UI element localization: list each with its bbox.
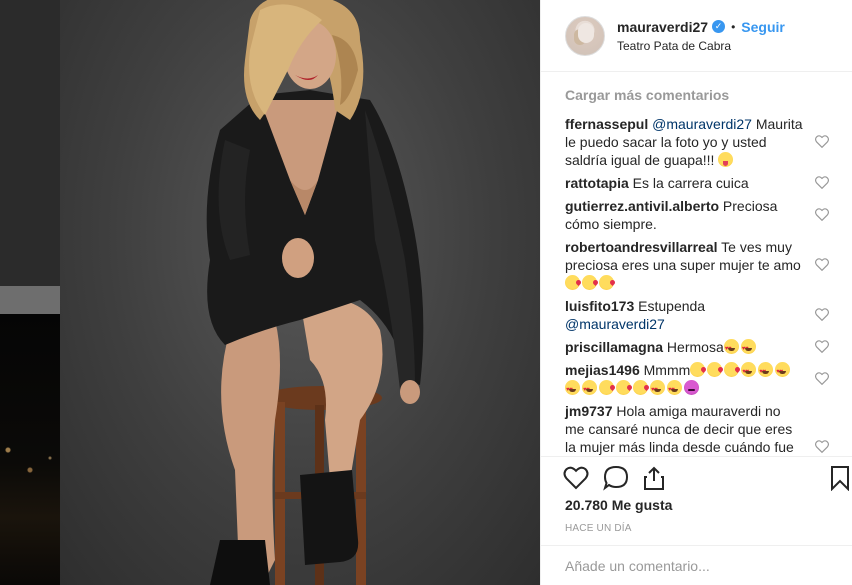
likes-count[interactable]: 20.780 Me gusta <box>565 497 672 513</box>
comment-like-heart-icon[interactable] <box>815 308 829 321</box>
comment-item: priscillamagna Hermosa <box>565 338 829 358</box>
heart-eyes-emoji-icon <box>741 362 757 381</box>
comment-username[interactable]: rattotapia <box>565 175 629 191</box>
post-header: mauraverdi27 ✓ • Seguir Teatro Pata de C… <box>541 0 852 72</box>
kiss-emoji-icon <box>599 275 614 290</box>
devil-emoji-icon <box>684 380 699 395</box>
comment-item: mejias1496 Mmmm <box>565 361 829 399</box>
comment-item: ffernassepul @mauraverdi27 Maurita le pu… <box>565 115 829 169</box>
backdrop-city-lights <box>0 430 60 490</box>
kiss-emoji-icon <box>616 380 631 395</box>
comment-username[interactable]: luisfito173 <box>565 298 634 314</box>
profile-username[interactable]: mauraverdi27 <box>617 19 708 35</box>
comment-username[interactable]: mejias1496 <box>565 362 640 378</box>
heart-eyes-emoji-icon <box>758 362 774 381</box>
post-actions-bar <box>541 456 852 496</box>
heart-eyes-emoji-icon <box>582 380 597 399</box>
comment-username[interactable]: robertoandresvillarreal <box>565 239 718 255</box>
post-photo[interactable] <box>60 0 540 585</box>
speech-bubble-icon[interactable] <box>603 465 629 491</box>
comment-like-heart-icon[interactable] <box>815 340 829 353</box>
comment-item: luisfito173 Estupenda @mauraverdi27 <box>565 297 829 333</box>
tongue-emoji-icon <box>718 152 734 167</box>
heart-eyes-emoji-icon <box>650 380 665 399</box>
comment-item: jm9737 Hola amiga mauraverdi no me cansa… <box>565 402 829 456</box>
post-timestamp[interactable]: HACE UN DÍA <box>565 523 632 534</box>
separator-dot: • <box>731 19 736 34</box>
comment-username[interactable]: gutierrez.antivil.alberto <box>565 198 719 214</box>
comment-username[interactable]: ffernassepul <box>565 116 648 132</box>
comment-item: gutierrez.antivil.alberto Preciosa cómo … <box>565 197 829 233</box>
post-photo-illustration <box>206 0 424 585</box>
comment-item: robertoandresvillarreal Te ves muy preci… <box>565 238 829 292</box>
previous-post-backdrop <box>0 0 60 585</box>
header-line: mauraverdi27 ✓ • Seguir <box>617 19 785 35</box>
comments-list[interactable]: Cargar más comentarios ffernassepul @mau… <box>541 72 852 456</box>
kiss-emoji-icon <box>565 275 580 290</box>
comment-text: Estupenda <box>634 298 706 314</box>
verified-badge-icon: ✓ <box>712 20 726 33</box>
profile-avatar[interactable] <box>565 15 605 56</box>
comment-like-heart-icon[interactable] <box>815 372 829 385</box>
share-icon[interactable] <box>641 465 667 491</box>
kiss-emoji-icon <box>633 380 648 395</box>
heart-eyes-emoji-icon <box>775 362 791 381</box>
kiss-emoji-icon <box>582 275 597 290</box>
heart-eyes-emoji-icon <box>740 339 756 358</box>
comment-text: Es la carrera cuica <box>628 175 749 191</box>
comment-like-heart-icon[interactable] <box>815 176 829 189</box>
follow-button[interactable]: Seguir <box>741 19 785 35</box>
comment-item: rattotapia Es la carrera cuica <box>565 174 829 192</box>
kiss-emoji-icon <box>707 362 723 377</box>
kiss-emoji-icon <box>724 362 740 377</box>
kiss-emoji-icon <box>690 362 706 377</box>
add-comment-input[interactable]: Añade un comentario... <box>541 545 852 585</box>
comment-username[interactable]: priscillamagna <box>565 339 663 355</box>
comment-text: Mmmm <box>639 362 691 378</box>
bookmark-icon[interactable] <box>827 465 852 491</box>
header-text: mauraverdi27 ✓ • Seguir Teatro Pata de C… <box>617 19 785 53</box>
comment-like-heart-icon[interactable] <box>815 258 829 271</box>
post-location[interactable]: Teatro Pata de Cabra <box>617 39 785 53</box>
comment-text: Hermosa <box>663 339 724 355</box>
comment-mention[interactable]: @mauraverdi27 <box>652 116 752 132</box>
comment-like-heart-icon[interactable] <box>815 135 829 148</box>
backdrop-band <box>0 286 60 314</box>
comment-like-heart-icon[interactable] <box>815 208 829 221</box>
comment-like-heart-icon[interactable] <box>815 440 829 453</box>
heart-eyes-emoji-icon <box>565 380 580 399</box>
heart-eyes-emoji-icon <box>667 380 682 399</box>
comment-username[interactable]: jm9737 <box>565 403 612 419</box>
load-more-comments-button[interactable]: Cargar más comentarios <box>565 87 829 103</box>
heart-eyes-emoji-icon <box>723 339 739 358</box>
heart-outline-icon[interactable] <box>563 465 589 491</box>
comment-mention[interactable]: @mauraverdi27 <box>565 316 665 332</box>
post-detail-panel: mauraverdi27 ✓ • Seguir Teatro Pata de C… <box>540 0 852 585</box>
kiss-emoji-icon <box>599 380 614 395</box>
